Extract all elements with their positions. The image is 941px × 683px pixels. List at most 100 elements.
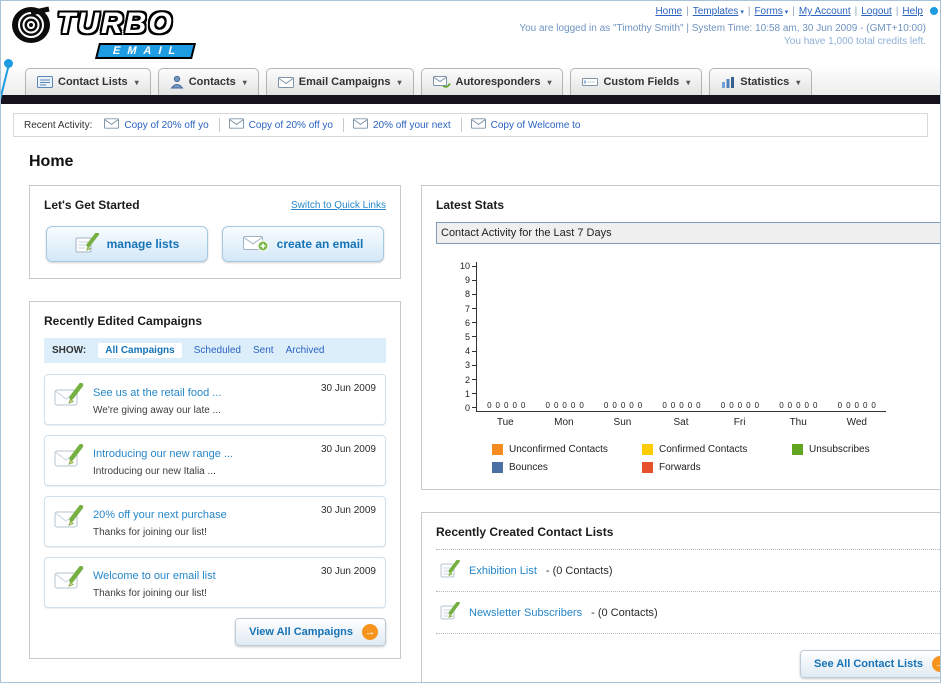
page-title: Home (29, 153, 74, 170)
campaign-item-body: 20% off your next purchase Thanks for joi… (93, 505, 312, 538)
stats-period-select[interactable]: Contact Activity for the Last 7 Days (436, 222, 940, 244)
campaigns-filter-tabs: All Campaigns Scheduled Sent Archived (98, 343, 324, 358)
top-link-forms[interactable]: Forms ▾ (754, 6, 788, 17)
bar-value-label: 0 (679, 401, 684, 410)
nav-tab-label: Custom Fields (603, 76, 680, 88)
nav-tab-contacts[interactable]: Contacts ▾ (157, 68, 259, 95)
bar-value-label: 0 (553, 401, 559, 410)
bar-value-label: 0 (487, 401, 492, 410)
campaign-title-link[interactable]: Introducing our new range ... (93, 448, 233, 460)
manage-lists-button[interactable]: manage lists (46, 226, 208, 262)
nav-tab-label: Contacts (188, 76, 236, 88)
chevron-down-icon: ▾ (686, 77, 691, 87)
campaigns-filter-all-campaigns[interactable]: All Campaigns (98, 343, 182, 358)
campaigns-filter-scheduled[interactable]: Scheduled (194, 345, 241, 356)
bar-value-label: 0 (846, 401, 851, 410)
x-axis-label: Thu (789, 417, 807, 428)
panel-title: Recently Created Contact Lists (436, 525, 614, 539)
recent-activity-item-label: 20% off your next (372, 119, 451, 131)
x-axis-label: Tue (496, 417, 514, 428)
legend-swatch (492, 444, 503, 455)
see-all-contact-lists-button[interactable]: See All Contact Lists → (799, 650, 940, 678)
app-logo[interactable]: TURBO EMAIL (11, 3, 197, 59)
login-info: You are logged in as "Timothy Smith" | S… (519, 23, 926, 34)
nav-tab-autoresponders[interactable]: Autoresponders ▾ (420, 68, 564, 95)
campaign-item[interactable]: Introducing our new range ... Introducing… (44, 435, 386, 486)
bar-value-label: 0 (687, 401, 693, 410)
campaigns-filter-sent[interactable]: Sent (253, 345, 274, 356)
campaign-title-link[interactable]: 20% off your next purchase (93, 509, 227, 521)
bar-value-label: 0 (804, 401, 809, 410)
nav-tabs: Contact Lists ▾ Contacts ▾ Email Campaigns ▾ A… (25, 68, 819, 95)
campaign-date: 30 Jun 2009 (320, 505, 376, 516)
contact-list-item[interactable]: Newsletter Subscribers - (0 Contacts) (436, 592, 940, 634)
link-separator: | (854, 6, 858, 17)
y-axis-tick: 0 (465, 403, 476, 412)
arrow-right-icon: → (362, 624, 378, 640)
show-label: SHOW: (52, 345, 87, 356)
envelope-pencil-icon (54, 382, 84, 412)
y-axis-tick: 1 (465, 389, 476, 398)
recent-activity-item[interactable]: Copy of Welcome to (470, 118, 591, 132)
x-axis-label: Mon (554, 417, 574, 428)
link-separator: | (895, 6, 899, 17)
switch-quick-links[interactable]: Switch to Quick Links (291, 200, 386, 211)
bar-value-label: 0 (603, 401, 609, 410)
bar-group-sat: 00000 (652, 401, 710, 411)
legend-label: Bounces (509, 462, 548, 473)
y-axis-tick: 5 (465, 332, 476, 341)
credits-info: You have 1,000 total credits left. (784, 36, 926, 47)
campaigns-filter-archived[interactable]: Archived (286, 345, 325, 356)
recent-activity-item[interactable]: 20% off your next (352, 118, 462, 132)
nav-tab-label: Contact Lists (58, 76, 128, 88)
link-separator: | (686, 6, 689, 17)
campaign-title-link[interactable]: See us at the retail food ... (93, 387, 221, 399)
campaign-date: 30 Jun 2009 (320, 444, 376, 455)
campaign-item[interactable]: See us at the retail food ... We're givin… (44, 374, 386, 425)
envelope-pencil-icon (54, 565, 84, 595)
nav-tab-contact-lists[interactable]: Contact Lists ▾ (25, 68, 151, 95)
bar-group-thu: 00000 (769, 401, 827, 411)
recent-activity-item[interactable]: Copy of 20% off yo (228, 118, 344, 132)
top-link-templates[interactable]: Templates ▾ (693, 6, 744, 17)
top-link-logout[interactable]: Logout (861, 6, 892, 17)
panel-title: Recently Edited Campaigns (44, 314, 203, 328)
logo-text-email: EMAIL (95, 43, 197, 59)
contact-list-link[interactable]: Newsletter Subscribers (469, 607, 582, 619)
nav-tab-statistics[interactable]: Statistics ▾ (709, 68, 813, 95)
bar-value-label: 0 (854, 401, 859, 410)
nav-tab-label: Autoresponders (455, 76, 541, 88)
legend-swatch (792, 444, 803, 455)
view-all-campaigns-button[interactable]: View All Campaigns → (235, 618, 386, 646)
custom-fields-icon (582, 76, 599, 88)
x-axis-label: Wed (846, 417, 867, 428)
top-link-home[interactable]: Home (655, 6, 682, 17)
bar-value-label: 0 (637, 401, 643, 410)
button-label: manage lists (106, 237, 180, 251)
bar-group-wed: 00000 (828, 401, 886, 411)
recently-edited-campaigns-panel: Recently Edited Campaigns SHOW: All Camp… (29, 301, 401, 659)
decor-dot-left (4, 59, 13, 68)
legend-label: Confirmed Contacts (659, 444, 748, 455)
campaign-list: See us at the retail food ... We're givin… (44, 374, 386, 608)
nav-tab-custom-fields[interactable]: Custom Fields ▾ (570, 68, 703, 95)
top-link-help[interactable]: Help (902, 6, 923, 17)
nav-tab-email-campaigns[interactable]: Email Campaigns ▾ (265, 68, 414, 95)
campaign-item[interactable]: 20% off your next purchase Thanks for joi… (44, 496, 386, 547)
campaign-title-link[interactable]: Welcome to our email list (93, 570, 216, 582)
bar-value-label: 0 (737, 401, 743, 410)
contact-list-item[interactable]: Exhibition List - (0 Contacts) (436, 550, 940, 592)
y-axis-tick: 6 (465, 318, 476, 327)
campaign-date: 30 Jun 2009 (320, 383, 376, 394)
create-an-email-button[interactable]: create an email (222, 226, 384, 262)
recent-activity-item[interactable]: Copy of 20% off yo (104, 118, 220, 132)
top-links: Home | Templates ▾ | Forms ▾ | My Account | Logout… (519, 6, 926, 17)
link-separator: | (792, 6, 795, 17)
get-started-buttons: manage lists create an email (44, 224, 386, 266)
top-link-my-account[interactable]: My Account (799, 6, 851, 17)
bar-group-sun: 00000 (594, 401, 652, 411)
campaign-item[interactable]: Welcome to our email list Thanks for join… (44, 557, 386, 608)
envelope-pencil-icon (54, 504, 84, 534)
pencil-list-icon (75, 231, 99, 256)
contact-list-link[interactable]: Exhibition List (469, 565, 537, 577)
